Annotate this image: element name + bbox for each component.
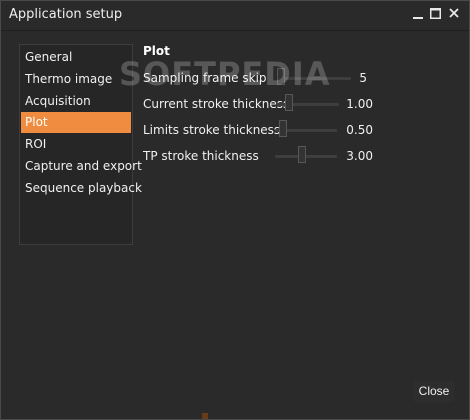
maximize-icon[interactable] — [428, 6, 443, 22]
settings-category-list: General Thermo image Acquisition Plot RO… — [19, 44, 142, 245]
section-title: Plot — [143, 44, 170, 58]
setting-label-sampling-frame-skip: Sampling frame skip — [143, 71, 267, 85]
window-title: Application setup — [9, 7, 123, 22]
nav-item-capture-and-export[interactable]: Capture and export — [21, 156, 142, 177]
slider-thumb-sampling-frame-skip[interactable] — [277, 68, 285, 85]
bottom-edge-mark — [202, 413, 208, 419]
setting-label-current-stroke-thickness: Current stroke thickness — [143, 97, 290, 111]
nav-item-general[interactable]: General — [21, 47, 131, 68]
minimize-icon[interactable] — [410, 6, 425, 22]
nav-item-sequence-playback[interactable]: Sequence playback — [21, 178, 142, 199]
nav-item-thermo-image[interactable]: Thermo image — [21, 69, 131, 90]
nav-item-roi[interactable]: ROI — [21, 134, 131, 155]
setting-value-tp-stroke-thickness: 3.00 — [346, 149, 373, 163]
slider-thumb-limits-stroke-thickness[interactable] — [278, 120, 287, 137]
setting-label-tp-stroke-thickness: TP stroke thickness — [143, 149, 259, 163]
slider-thumb-current-stroke-thickness[interactable] — [284, 94, 293, 111]
setting-value-limits-stroke-thickness: 0.50 — [346, 123, 373, 137]
setting-value-current-stroke-thickness: 1.00 — [346, 97, 373, 111]
setting-value-sampling-frame-skip: 5 — [359, 71, 367, 85]
slider-thumb-tp-stroke-thickness[interactable] — [298, 146, 307, 163]
title-bar[interactable]: Application setup — [1, 1, 469, 31]
application-setup-window: Application setup General Thermo image A… — [0, 0, 470, 420]
close-button[interactable]: Close — [414, 381, 454, 402]
nav-item-acquisition[interactable]: Acquisition — [21, 91, 131, 112]
nav-item-plot[interactable]: Plot — [21, 112, 131, 133]
setting-label-limits-stroke-thickness: Limits stroke thickness — [143, 123, 281, 137]
close-icon[interactable] — [446, 6, 461, 22]
